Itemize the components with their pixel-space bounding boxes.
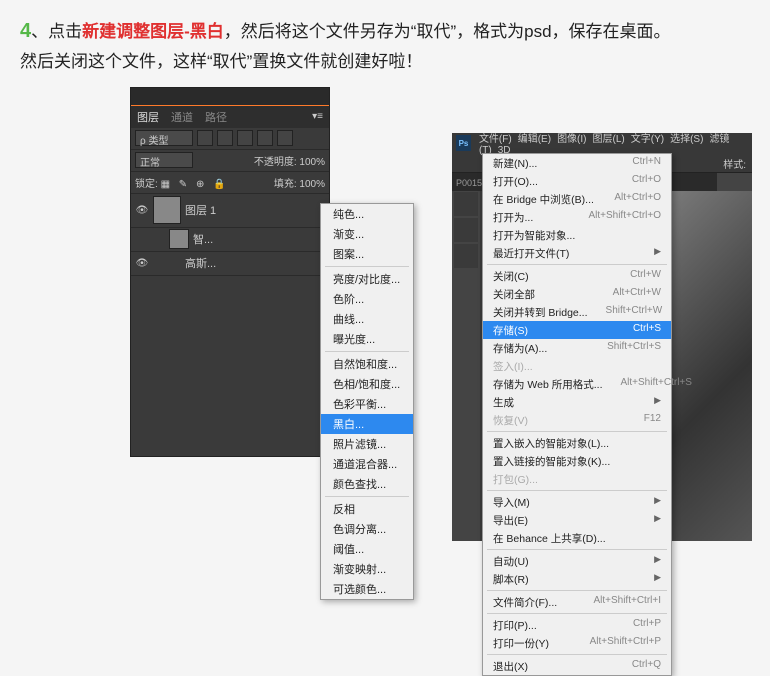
tab-paths[interactable]: 路径 (205, 109, 227, 125)
file-menu-item[interactable]: 自动(U)▶ (483, 552, 671, 570)
adjust-item[interactable]: 自然饱和度... (321, 354, 413, 374)
layers-panel: 图层 通道 路径 ▾≡ ρ 类型 正常 不透明度: 100% 锁定: ▦ ✎ ⊕… (130, 87, 330, 457)
file-menu-item[interactable]: 关闭(C)Ctrl+W (483, 267, 671, 285)
menu-item[interactable]: 图像(I) (557, 134, 586, 145)
adjust-item[interactable]: 图案... (321, 244, 413, 264)
menu-item[interactable]: 图层(L) (593, 134, 625, 145)
adjust-item[interactable]: 曝光度... (321, 329, 413, 349)
file-menu-item[interactable]: 在 Bridge 中浏览(B)...Alt+Ctrl+O (483, 190, 671, 208)
layer-item-1[interactable]: 👁 图层 1 (131, 194, 329, 228)
adjust-item[interactable]: 反相 (321, 499, 413, 519)
tool-1[interactable] (454, 192, 478, 216)
file-menu-item[interactable]: 文件简介(F)...Alt+Shift+Ctrl+I (483, 593, 671, 611)
file-menu-item[interactable]: 退出(X)Ctrl+Q (483, 657, 671, 675)
layer-item-gauss[interactable]: 👁 高斯... (131, 252, 329, 276)
blend-mode-select[interactable]: 正常 (135, 152, 193, 168)
tab-layers[interactable]: 图层 (137, 109, 159, 125)
instruction-text: 4、点击新建调整图层-黑白，然后将这个文件另存为“取代”，格式为psd，保存在桌… (0, 0, 770, 87)
adjust-item[interactable]: 黑白... (321, 414, 413, 434)
opacity-value[interactable]: 100% (299, 157, 325, 168)
adjust-item[interactable]: 纯色... (321, 204, 413, 224)
opacity-label: 不透明度: (254, 157, 297, 168)
file-menu-item[interactable]: 生成▶ (483, 393, 671, 411)
file-menu-item[interactable]: 脚本(R)▶ (483, 570, 671, 588)
file-menu-item[interactable]: 导入(M)▶ (483, 493, 671, 511)
kind-select[interactable]: ρ 类型 (135, 130, 193, 146)
filter-icon-1[interactable] (197, 130, 213, 146)
ps-logo-icon: Ps (456, 135, 471, 151)
file-menu-item[interactable]: 关闭并转到 Bridge...Shift+Ctrl+W (483, 303, 671, 321)
file-menu-item[interactable]: 新建(N)...Ctrl+N (483, 154, 671, 172)
highlight-text: 新建调整图层-黑白 (82, 22, 224, 41)
panel-tabs: 图层 通道 路径 ▾≡ (131, 106, 329, 128)
adjust-item[interactable]: 亮度/对比度... (321, 269, 413, 289)
adjust-item[interactable]: 色彩平衡... (321, 394, 413, 414)
file-menu-item[interactable]: 打开为智能对象... (483, 226, 671, 244)
adjust-item[interactable]: 色调分离... (321, 519, 413, 539)
file-menu-item[interactable]: 关闭全部Alt+Ctrl+W (483, 285, 671, 303)
smart-filter-icon (169, 229, 189, 249)
lock-row: 锁定: ▦ ✎ ⊕ 🔒 填充: 100% (131, 172, 329, 194)
menubar: Ps 文件(F)编辑(E)图像(I)图层(L)文字(Y)选择(S)滤镜(T)3D (452, 133, 752, 153)
file-menu-item[interactable]: 置入链接的智能对象(K)... (483, 452, 671, 470)
blend-row: 正常 不透明度: 100% (131, 150, 329, 172)
panel-menu-icon[interactable]: ▾≡ (312, 111, 323, 122)
filter-icon-4[interactable] (257, 130, 273, 146)
tool-2[interactable] (454, 218, 478, 242)
adjust-item[interactable]: 阈值... (321, 539, 413, 559)
menu-item[interactable]: 文字(Y) (631, 134, 664, 145)
gauss-label: 高斯... (185, 255, 216, 271)
adjust-item[interactable]: 颜色查找... (321, 474, 413, 494)
style-label: 样式: (717, 153, 752, 174)
file-menu-item[interactable]: 存储为(A)...Shift+Ctrl+S (483, 339, 671, 357)
layer-name: 图层 1 (185, 202, 216, 218)
visibility-icon[interactable]: 👁 (135, 258, 149, 269)
fill-label: 填充: (274, 179, 297, 190)
adjust-item[interactable]: 色阶... (321, 289, 413, 309)
filter-row: ρ 类型 (131, 128, 329, 150)
tool-3[interactable] (454, 244, 478, 268)
layers-list: 👁 图层 1 智... 👁 高斯... (131, 194, 329, 276)
adjust-item[interactable]: 曲线... (321, 309, 413, 329)
file-menu-item[interactable]: 打印(P)...Ctrl+P (483, 616, 671, 634)
layer-thumb (153, 196, 181, 224)
menu-item[interactable]: 编辑(E) (518, 134, 551, 145)
visibility-icon[interactable]: 👁 (135, 205, 149, 216)
file-menu-item[interactable]: 在 Behance 上共享(D)... (483, 529, 671, 547)
file-menu-item[interactable]: 打开(O)...Ctrl+O (483, 172, 671, 190)
file-menu-item[interactable]: 恢复(V)F12 (483, 411, 671, 429)
filter-icon-5[interactable] (277, 130, 293, 146)
toolbox (452, 191, 480, 541)
fill-value[interactable]: 100% (299, 179, 325, 190)
adjust-item[interactable]: 渐变映射... (321, 559, 413, 579)
file-menu-item[interactable]: 签入(I)... (483, 357, 671, 375)
adjust-item[interactable]: 通道混合器... (321, 454, 413, 474)
adjustment-menu: 纯色...渐变...图案... 亮度/对比度...色阶...曲线...曝光度...… (320, 203, 414, 600)
file-menu-item[interactable]: 存储(S)Ctrl+S (483, 321, 671, 339)
menu-item[interactable]: 选择(S) (670, 134, 703, 145)
file-menu-item[interactable]: 打开为...Alt+Shift+Ctrl+O (483, 208, 671, 226)
filter-icon-3[interactable] (237, 130, 253, 146)
file-menu: 新建(N)...Ctrl+N打开(O)...Ctrl+O在 Bridge 中浏览… (482, 153, 672, 676)
filter-icon-2[interactable] (217, 130, 233, 146)
adjust-item[interactable]: 渐变... (321, 224, 413, 244)
file-menu-item[interactable]: 最近打开文件(T)▶ (483, 244, 671, 262)
tab-channels[interactable]: 通道 (171, 109, 193, 125)
file-menu-item[interactable]: 置入嵌入的智能对象(L)... (483, 434, 671, 452)
smart-filter-label: 智... (193, 231, 213, 247)
menu-item[interactable]: 文件(F) (479, 134, 512, 145)
file-menu-item[interactable]: 打印一份(Y)Alt+Shift+Ctrl+P (483, 634, 671, 652)
lock-label: 锁定: (135, 179, 158, 190)
file-menu-item[interactable]: 存储为 Web 所用格式...Alt+Shift+Ctrl+S (483, 375, 671, 393)
step-number: 4 (20, 20, 31, 42)
layer-item-smart[interactable]: 智... (131, 228, 329, 252)
adjust-item[interactable]: 可选颜色... (321, 579, 413, 599)
file-menu-item[interactable]: 打包(G)... (483, 470, 671, 488)
file-menu-item[interactable]: 导出(E)▶ (483, 511, 671, 529)
adjust-item[interactable]: 色相/饱和度... (321, 374, 413, 394)
adjust-item[interactable]: 照片滤镜... (321, 434, 413, 454)
